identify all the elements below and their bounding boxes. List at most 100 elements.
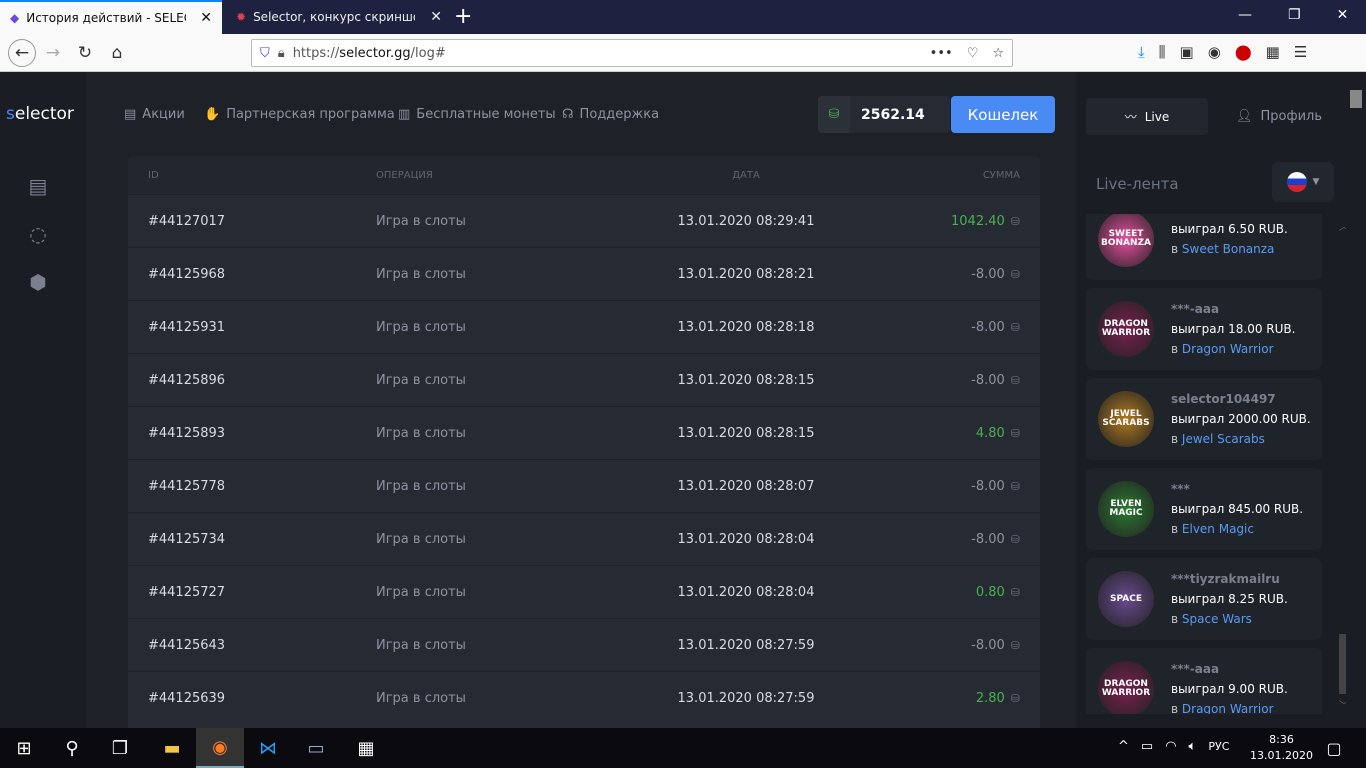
coins-icon: ⛁ (1010, 373, 1020, 387)
windows-start-icon[interactable]: ⊞ (0, 728, 48, 768)
row-sum-cell: -8.00 ⛁ (866, 532, 1040, 547)
row-sum-cell: -8.00 ⛁ (866, 638, 1040, 653)
close-tab-icon[interactable]: ✕ (430, 9, 442, 25)
table-row: #44125893 Игра в слоты 13.01.2020 08:28:15… (128, 406, 1040, 459)
table-row: #44125931 Игра в слоты 13.01.2020 08:28:18… (128, 300, 1040, 353)
game-thumbnail[interactable]: DRAGON WARRIOR (1098, 661, 1154, 714)
vscode-icon[interactable]: ⋈ (244, 728, 292, 768)
game-link[interactable]: Jewel Scarabs (1182, 432, 1265, 446)
nav-partner-program[interactable]: ✋ Партнерская программа (204, 107, 395, 122)
headset-icon: ☊ (562, 107, 574, 122)
nav-promotions[interactable]: ▤ Акции (124, 107, 185, 122)
coins-icon: ⛁ (1010, 532, 1020, 546)
notifications-icon[interactable]: ▢ (1310, 728, 1358, 768)
chevron-up-icon[interactable]: ^ (1118, 739, 1129, 754)
forward-icon[interactable]: → (40, 40, 66, 66)
calculator-icon[interactable]: ▦ (342, 728, 390, 768)
game-link[interactable]: Elven Magic (1182, 522, 1254, 536)
row-sum: -8.00 (971, 372, 1005, 388)
live-feed: SWEET BONANZA выиграл 6.50 RUB. в Sweet Bo… (1086, 214, 1322, 714)
library-icon[interactable]: ⫼ (1159, 43, 1166, 61)
minimize-icon[interactable]: — (1238, 7, 1252, 23)
wallet-button[interactable]: Кошелек (951, 96, 1055, 133)
url-bar[interactable]: ⛉ 🔒︎ https://selector.gg/log# ••• ♡ ☆ (251, 39, 1013, 67)
adblock-icon[interactable]: ⬤ (1235, 43, 1252, 61)
feed-item[interactable]: DRAGON WARRIOR ***-aaa выиграл 9.00 RUB. в … (1086, 648, 1322, 714)
feed-in: в (1171, 242, 1179, 256)
menu-icon[interactable]: ☰ (1294, 43, 1307, 61)
game-link[interactable]: Sweet Bonanza (1182, 242, 1275, 256)
feed-item[interactable]: ELVEN MAGIC *** выиграл 845.00 RUB. в Elven… (1086, 468, 1322, 550)
profile-tab[interactable]: 👤︎ Профиль (1218, 98, 1340, 135)
cube-icon[interactable]: ⬢ (24, 270, 52, 298)
russia-flag-icon (1286, 172, 1307, 192)
nav-label: Поддержка (579, 107, 660, 122)
close-window-icon[interactable]: ✕ (1337, 7, 1349, 23)
back-icon[interactable]: ← (8, 39, 36, 67)
file-explorer-icon[interactable]: ▬ (148, 728, 196, 768)
browser-toolbar: ← → ↻ ⌂ ⛉ 🔒︎ https://selector.gg/log# ••… (0, 34, 1366, 72)
row-operation: Игра в слоты (376, 478, 466, 494)
coins-icon: ⛁ (1010, 426, 1020, 440)
feed-item[interactable]: SWEET BONANZA выиграл 6.50 RUB. в Sweet Bo… (1086, 214, 1322, 280)
more-icon[interactable]: ••• (930, 46, 953, 61)
reload-icon[interactable]: ↻ (72, 40, 98, 66)
list-icon: ▤ (124, 107, 137, 122)
game-thumbnail[interactable]: DRAGON WARRIOR (1098, 301, 1154, 357)
game-thumbnail[interactable]: SPACE (1098, 571, 1154, 627)
slots-icon[interactable]: ▤ (24, 174, 52, 202)
user-icon: 👤︎ (1235, 109, 1253, 124)
coins-icon: ⛁ (1010, 214, 1020, 228)
nav-support[interactable]: ☊ Поддержка (562, 107, 659, 122)
close-tab-icon[interactable]: ✕ (200, 10, 212, 26)
download-icon[interactable]: ⤓ (1138, 43, 1145, 61)
row-sum-cell: 4.80 ⛁ (866, 426, 1040, 441)
row-sum: -8.00 (971, 319, 1005, 335)
tab-inactive[interactable]: ✹ Selector, конкурс скриншотов ✕ (226, 0, 452, 34)
search-icon[interactable]: ⚲ (48, 728, 96, 768)
wifi-icon[interactable]: ◠ (1165, 739, 1176, 754)
feed-item[interactable]: SPACE ***tiyzrakmailru выиграл 8.25 RUB. в … (1086, 558, 1322, 640)
nav-label: Акции (142, 107, 185, 122)
logo[interactable]: selector (6, 104, 74, 124)
game-link[interactable]: Dragon Warrior (1182, 342, 1274, 356)
row-sum: -8.00 (971, 266, 1005, 282)
bookmark-star-icon[interactable]: ☆ (992, 46, 1004, 61)
lock-icon: 🔒︎ (277, 45, 285, 61)
left-sidebar (0, 72, 86, 728)
task-view-icon[interactable]: ❐ (96, 728, 144, 768)
language-select[interactable]: ▼ (1272, 162, 1334, 202)
feed-in: в (1171, 702, 1179, 714)
roulette-icon[interactable]: ◌ (24, 222, 52, 250)
page-scrollbar[interactable] (1346, 72, 1366, 728)
firefox-icon[interactable]: ◉ (196, 728, 244, 768)
nav-free-coins[interactable]: ▥ Бесплатные монеты (398, 107, 556, 122)
new-tab-button[interactable]: + (454, 4, 472, 29)
feed-user: selector104497 (1171, 392, 1276, 406)
header-operation: ОПЕРАЦИЯ (376, 169, 433, 181)
game-thumbnail[interactable]: SWEET BONANZA (1098, 214, 1154, 267)
battery-icon[interactable]: ▭ (1141, 739, 1153, 754)
pocket-icon[interactable]: ♡ (967, 46, 979, 61)
feed-win: выиграл 8.25 RUB. (1171, 592, 1288, 606)
maximize-icon[interactable]: ❐ (1288, 7, 1301, 23)
account-icon[interactable]: ◉ (1208, 43, 1221, 61)
remote-desktop-icon[interactable]: ▭ (292, 728, 340, 768)
live-tab[interactable]: 〰 Live (1086, 98, 1208, 135)
game-thumbnail[interactable]: JEWEL SCARABS (1098, 391, 1154, 447)
clock[interactable]: 8:36 13.01.2020 (1250, 732, 1313, 764)
feed-item[interactable]: JEWEL SCARABS selector104497 выиграл 2000.… (1086, 378, 1322, 460)
game-link[interactable]: Dragon Warrior (1182, 702, 1274, 714)
game-link[interactable]: Space Wars (1182, 612, 1252, 626)
row-sum: 4.80 (975, 425, 1005, 441)
extensions-icon[interactable]: ▦ (1266, 43, 1280, 61)
tab-active[interactable]: ◆ История действий - SELECTOR ✕ (0, 0, 222, 34)
feed-item[interactable]: DRAGON WARRIOR ***-aaa выиграл 18.00 RUB. в… (1086, 288, 1322, 370)
game-thumbnail[interactable]: ELVEN MAGIC (1098, 481, 1154, 537)
coins-icon: ⛁ (1010, 585, 1020, 599)
row-operation: Игра в слоты (376, 319, 466, 335)
sidebar-icon[interactable]: ▣ (1180, 43, 1194, 61)
volume-icon[interactable]: 🔈︎ (1189, 739, 1197, 754)
language-indicator[interactable]: РУС (1208, 740, 1229, 754)
home-icon[interactable]: ⌂ (104, 40, 130, 66)
